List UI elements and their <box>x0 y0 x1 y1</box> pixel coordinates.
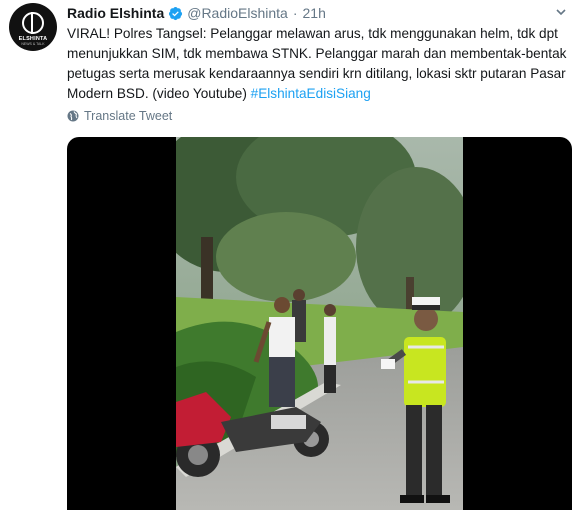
tweet-text: VIRAL! Polres Tangsel: Pelanggar melawan… <box>67 24 567 104</box>
avatar[interactable]: ELSHINTA NEWS & TALK <box>9 3 57 51</box>
separator-dot: · <box>292 5 298 21</box>
translate-label: Translate Tweet <box>84 109 173 123</box>
avatar-logo-icon <box>22 11 44 34</box>
video-thumbnail[interactable] <box>176 137 463 510</box>
avatar-logo-subtext: NEWS & TALK <box>21 42 45 46</box>
globe-icon <box>67 110 79 122</box>
tweet-header: Radio Elshinta @RadioElshinta · 21h <box>67 3 326 23</box>
chevron-down-icon[interactable] <box>555 5 567 17</box>
author-name[interactable]: Radio Elshinta <box>67 5 164 21</box>
media-container[interactable] <box>67 137 572 510</box>
tweet-timestamp[interactable]: 21h <box>303 5 326 21</box>
translate-tweet-link[interactable]: Translate Tweet <box>67 109 172 123</box>
hashtag-link[interactable]: #ElshintaEdisiSiang <box>251 86 371 101</box>
author-handle[interactable]: @RadioElshinta <box>187 5 288 21</box>
verified-badge-icon <box>168 6 183 21</box>
